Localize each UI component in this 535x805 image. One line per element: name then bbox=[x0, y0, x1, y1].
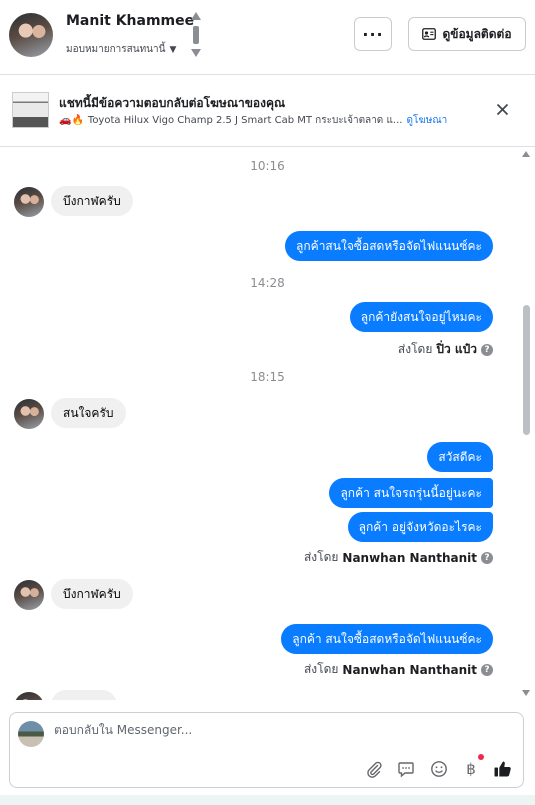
ad-reply-banner: แชทนี้มีข้อความตอบกลับต่อโฆษณาของคุณ 🚗🔥 … bbox=[0, 76, 535, 147]
more-options-button[interactable]: ··· bbox=[354, 17, 392, 51]
sent-by-prefix: ส่งโดย bbox=[303, 550, 339, 564]
sent-by-prefix: ส่งโดย bbox=[397, 342, 433, 356]
bottom-strip bbox=[0, 795, 535, 805]
outgoing-message[interactable]: สวัสดีคะ bbox=[427, 442, 493, 472]
ad-thumbnail[interactable] bbox=[12, 92, 49, 128]
outgoing-message[interactable]: ลูกค้าสนใจซื้อสดหรือจัดไฟแนนซ์คะ bbox=[285, 231, 493, 261]
help-icon[interactable]: ? bbox=[481, 663, 493, 676]
scroll-down-arrow[interactable] bbox=[522, 690, 530, 696]
conversation-stepper[interactable] bbox=[191, 12, 201, 58]
arrow-up-icon[interactable] bbox=[191, 12, 201, 20]
ad-banner-subtitle: 🚗🔥 Toyota Hilux Vigo Champ 2.5 J Smart C… bbox=[59, 113, 447, 128]
view-ad-link[interactable]: ดูโฆษณา bbox=[406, 113, 447, 128]
assign-label: มอบหมายการสนทนานี้ bbox=[66, 44, 166, 55]
message-composer: ฿ bbox=[9, 712, 524, 788]
timestamp: 10:16 bbox=[250, 159, 285, 173]
reply-input[interactable] bbox=[54, 723, 494, 737]
help-icon[interactable]: ? bbox=[481, 551, 493, 564]
sent-by-label: ส่งโดย ปิ่ว แป๋ว ? bbox=[398, 340, 493, 359]
outgoing-message[interactable]: ลูกค้า อยู่จังหวัดอะไรคะ bbox=[347, 512, 493, 542]
smiley-icon[interactable] bbox=[429, 759, 449, 779]
timestamp: 14:28 bbox=[250, 276, 285, 290]
ad-text: Toyota Hilux Vigo Champ 2.5 J Smart Cab … bbox=[87, 115, 403, 126]
page-avatar bbox=[18, 721, 44, 747]
stepper-bar bbox=[193, 26, 199, 44]
close-icon[interactable] bbox=[496, 103, 509, 116]
sender-avatar bbox=[14, 187, 44, 217]
sent-by-label: ส่งโดย Nanwhan Nanthanit ? bbox=[304, 660, 493, 679]
contact-avatar[interactable] bbox=[9, 13, 53, 57]
scroll-up-arrow[interactable] bbox=[522, 151, 530, 157]
sender-avatar bbox=[14, 692, 44, 700]
contact-name[interactable]: Manit Khammee bbox=[66, 13, 194, 29]
sent-by-prefix: ส่งโดย bbox=[303, 662, 339, 676]
assign-conversation-dropdown[interactable]: มอบหมายการสนทนานี้ ▼ bbox=[66, 42, 176, 57]
message-thread[interactable]: 10:16 บึงกาฬครับ ลูกค้าสนใจซื้อสดหรือจัด… bbox=[0, 148, 535, 700]
incoming-message[interactable]: บึงกาฬครับ bbox=[51, 579, 133, 609]
sender-avatar bbox=[14, 399, 44, 429]
sender-name: Nanwhan Nanthanit bbox=[342, 550, 477, 565]
caret-down-icon: ▼ bbox=[169, 44, 177, 55]
incoming-message[interactable]: สนใจครับ bbox=[51, 398, 126, 428]
scrollbar-thumb[interactable] bbox=[523, 305, 530, 435]
view-contact-label: ดูข้อมูลติดต่อ bbox=[442, 26, 512, 41]
thumbs-up-icon[interactable] bbox=[493, 759, 513, 779]
notification-dot bbox=[478, 754, 484, 760]
outgoing-message[interactable]: ลูกค้า สนใจรถรุ่นนี้อยู่นะคะ bbox=[329, 478, 493, 508]
incoming-message-partial[interactable] bbox=[51, 690, 117, 700]
arrow-down-icon[interactable] bbox=[191, 49, 201, 57]
help-icon[interactable]: ? bbox=[481, 343, 493, 356]
contact-card-icon bbox=[422, 28, 437, 40]
sender-avatar bbox=[14, 580, 44, 610]
chat-bubble-icon[interactable] bbox=[396, 759, 416, 779]
sent-by-label: ส่งโดย Nanwhan Nanthanit ? bbox=[304, 548, 493, 567]
sender-name: Nanwhan Nanthanit bbox=[342, 662, 477, 677]
outgoing-message[interactable]: ลูกค้า สนใจซื้อสดหรือจัดไฟแนนซ์คะ bbox=[281, 624, 493, 654]
incoming-message[interactable]: บึงกาฬครับ bbox=[51, 186, 133, 216]
ad-banner-title: แชทนี้มีข้อความตอบกลับต่อโฆษณาของคุณ bbox=[59, 96, 286, 110]
timestamp: 18:15 bbox=[250, 370, 285, 384]
view-contact-button[interactable]: ดูข้อมูลติดต่อ bbox=[408, 17, 526, 51]
conversation-header: Manit Khammee มอบหมายการสนทนานี้ ▼ ··· ด… bbox=[0, 0, 535, 75]
sender-name: ปิ่ว แป๋ว bbox=[436, 342, 477, 356]
outgoing-message[interactable]: ลูกค้ายังสนใจอยู่ไหมคะ bbox=[349, 302, 493, 332]
baht-icon[interactable]: ฿ bbox=[461, 759, 481, 779]
paperclip-icon[interactable] bbox=[364, 759, 384, 779]
ad-emoji: 🚗🔥 bbox=[59, 115, 84, 126]
